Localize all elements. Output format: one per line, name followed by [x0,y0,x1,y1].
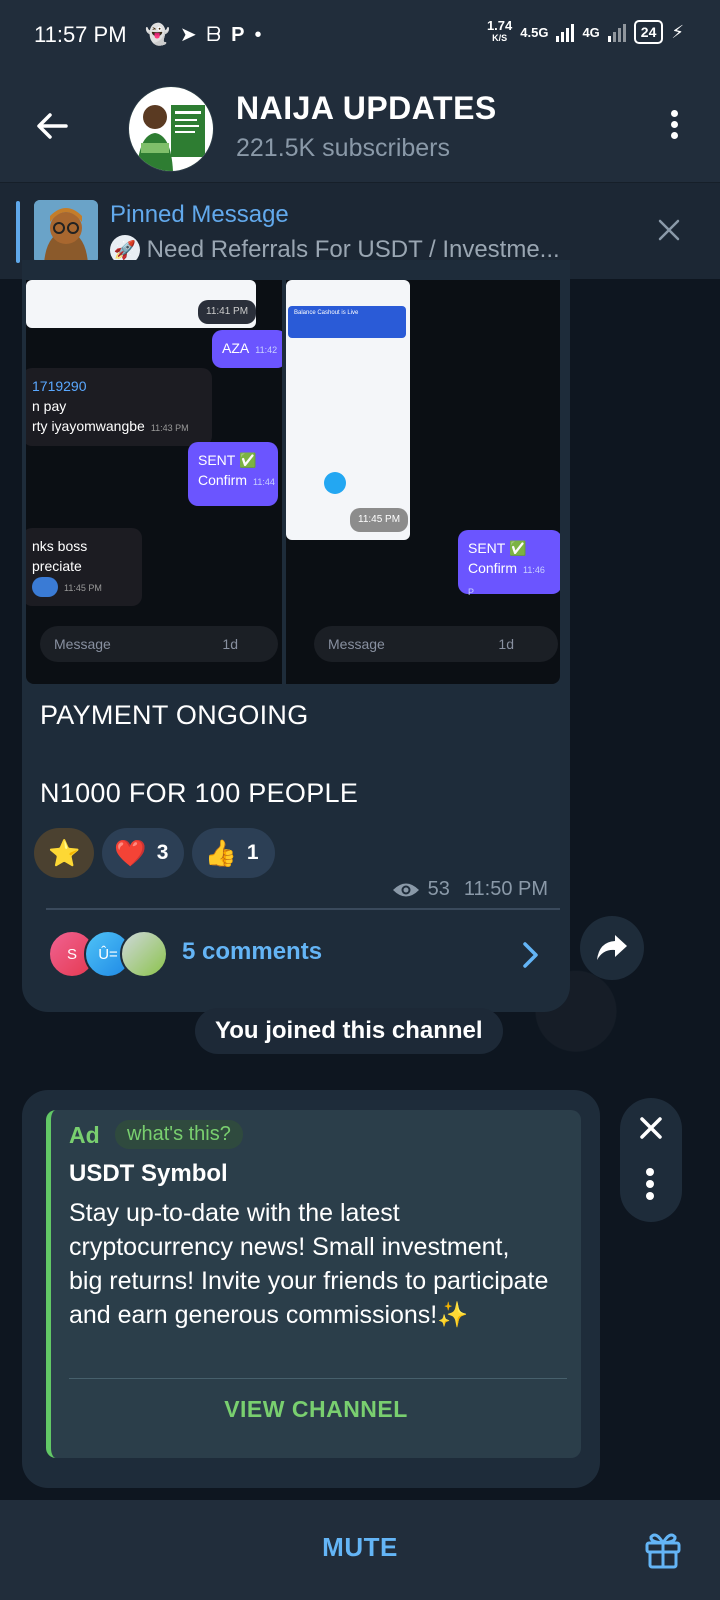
share-button[interactable] [580,916,644,980]
eye-icon [392,883,419,896]
heart-icon: ❤️ [114,837,147,868]
channel-post: 11:41 PM AZA 11:42 1719290 n pay rty iyay… [22,260,570,1012]
screenshot-input-right: Message 1d [314,626,558,662]
screenshot-left[interactable]: 11:41 PM AZA 11:42 1719290 n pay rty iyay… [26,280,282,684]
app-icon: ᗷ [206,24,232,46]
service-message: You joined this channel [195,1008,503,1054]
reaction-thumbs-up[interactable]: 👍 1 [192,828,275,878]
network-label-1: 4.5G [520,24,549,40]
reaction-count: 3 [156,841,169,864]
reaction-heart[interactable]: ❤️ 3 [102,828,185,878]
dot-icon: • [254,24,272,46]
thumbs-up-icon: 👍 [204,837,237,868]
subscriber-count: 221.5K subscribers [236,134,451,162]
status-time: 11:57 PM [34,22,127,47]
ad-content[interactable]: Ad what's this? USDT Symbol Stay up-to-d… [46,1110,581,1458]
star-icon: ⭐ [48,837,81,868]
reaction-star[interactable]: ⭐ [34,828,95,878]
post-meta: 53 11:50 PM [392,878,548,901]
view-count: 53 [427,878,450,900]
pinned-thumbnail [34,200,98,264]
screenshot-time-pill: 11:41 PM [198,300,257,324]
chat-header: NAIJA UPDATES 221.5K subscribers [0,72,720,182]
screenshot-right[interactable]: Balance Cashout is Live 11:45 PM SENT ✅ … [286,280,560,684]
pinned-title: Pinned Message [110,201,289,228]
reactions: ⭐ ❤️ 3 👍 1 [34,828,275,878]
screenshot-bubble-account: 1719290 n pay rty iyayomwangbe 11:43 PM [26,368,212,446]
telegram-icon: ➤ [179,24,207,46]
bottom-bar: MUTE [0,1500,720,1600]
channel-title[interactable]: NAIJA UPDATES [236,90,497,127]
chevron-right-icon [523,942,538,968]
share-arrow-icon [597,935,627,960]
pinned-indicator [16,201,20,263]
snapchat-icon: 👻 [145,24,180,46]
gift-icon[interactable] [642,1528,684,1570]
ad-label: Ad [69,1122,100,1148]
post-caption-line2: N1000 FOR 100 PEOPLE [40,778,359,808]
close-pinned-icon[interactable] [656,217,682,243]
reaction-count: 1 [246,841,259,864]
post-time: 11:50 PM [463,878,548,900]
comments-divider [46,908,560,910]
status-right: 1.74 K/S 4.5G 4G 24 ⚡ [486,18,684,44]
back-arrow-icon[interactable] [30,104,74,148]
status-bar: 11:57 PM 👻➤ᗷP• 1.74 K/S 4.5G 4G 24 ⚡ [0,0,720,72]
signal-bars-icon-2 [607,22,626,42]
screenshot-app-banner: Balance Cashout is Live [288,306,406,338]
screenshot-app-phone: Balance Cashout is Live [286,280,410,540]
more-menu-icon[interactable] [664,106,684,150]
mute-button[interactable]: MUTE [0,1532,720,1563]
screenshot-bubble-sent: SENT ✅ Confirm 11:44 [188,442,278,506]
screenshot-time-pill-right: 11:45 PM [350,508,409,532]
screenshot-bubble-aza: AZA 11:42 [212,330,282,368]
screenshot-bubble-sent-right: SENT ✅ Confirm 11:46 P [458,530,560,597]
comments-label: 5 comments [182,938,323,965]
view-channel-button[interactable]: VIEW CHANNEL [51,1396,581,1423]
channel-avatar[interactable] [128,86,214,172]
network-speed: 1.74 K/S [486,18,513,43]
screenshot-input-left: Message 1d [40,626,278,662]
notification-icons: 👻➤ᗷP• [145,22,271,47]
close-ad-icon[interactable] [635,1112,667,1144]
ad-title: USDT Symbol [69,1160,228,1187]
commenter-avatar-photo [120,930,168,978]
comments-row[interactable]: S Û= 5 comments [22,920,570,992]
ad-divider [69,1378,567,1379]
screenshot-bubble-thanks: nks boss preciate 11:45 PM [26,528,142,606]
screenshot-app-fab [324,472,346,494]
commenter-avatars: S Û= [48,930,168,978]
sponsored-message: Ad what's this? USDT Symbol Stay up-to-d… [22,1090,600,1488]
signal-bars-icon [556,22,575,42]
p-app-icon: P [231,24,255,46]
ad-body: Stay up-to-date with the latest cryptocu… [69,1199,549,1329]
battery-icon: 24 [633,20,664,44]
post-caption-line1: PAYMENT ONGOING [40,700,309,730]
ad-more-icon[interactable] [646,1164,654,1204]
charging-icon: ⚡ [671,21,684,42]
avatar-illustration [129,87,213,171]
whats-this-button[interactable]: what's this? [115,1120,243,1149]
ad-actions [620,1098,682,1222]
network-label-2: 4G [582,24,600,40]
